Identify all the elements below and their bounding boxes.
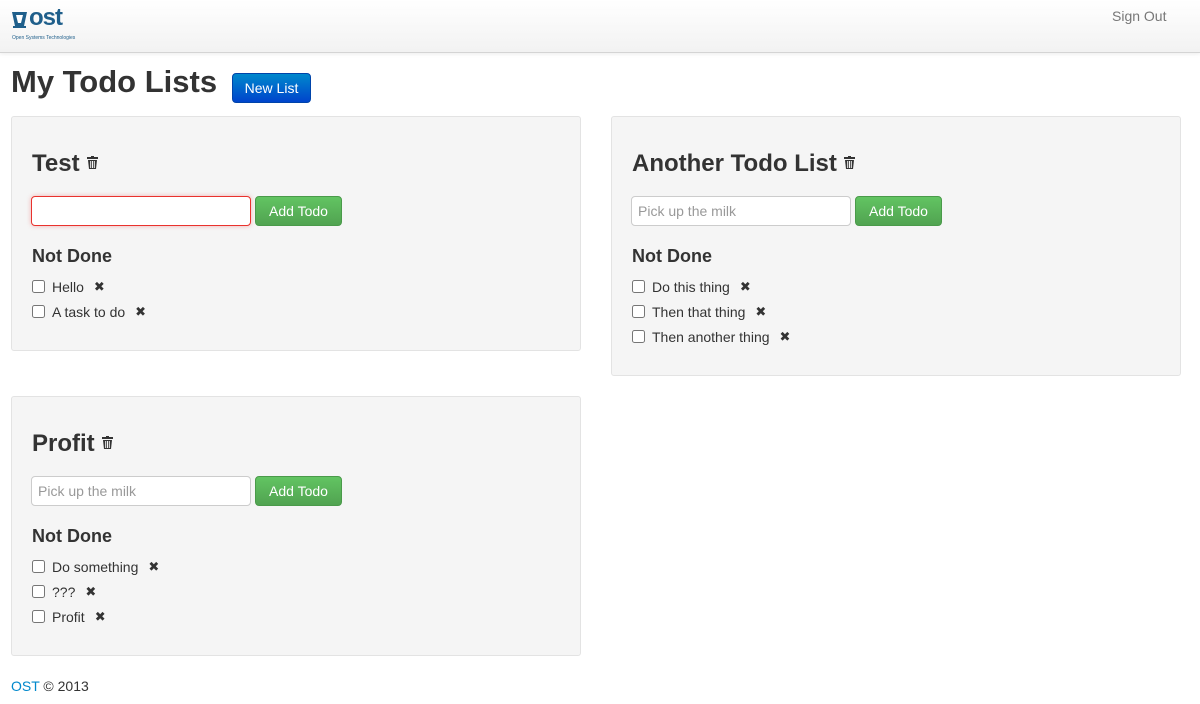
page-title: My Todo Lists (11, 64, 218, 99)
list-title-text: Test (32, 150, 80, 177)
list-title-text: Profit (32, 430, 95, 457)
ost-logo[interactable]: ost Open Systems Technologies (11, 4, 76, 44)
todo-input[interactable] (631, 196, 851, 226)
logo-tagline: Open Systems Technologies (12, 35, 76, 41)
todo-checkbox[interactable] (32, 305, 45, 318)
logo-mark-icon (12, 12, 27, 28)
close-icon[interactable]: ✖ (135, 304, 146, 320)
todo-label: Then that thing (652, 303, 746, 320)
close-icon[interactable]: ✖ (94, 279, 105, 295)
list-item: Hello ✖ (32, 274, 146, 299)
todo-checkbox[interactable] (632, 305, 645, 318)
list-item: Do something ✖ (32, 554, 159, 579)
list-title: Profit (32, 430, 113, 458)
list-title: Another Todo List (632, 150, 855, 178)
list-item: ??? ✖ (32, 579, 159, 604)
section-title-not-done: Not Done (32, 246, 112, 266)
close-icon[interactable]: ✖ (95, 609, 106, 625)
todo-label: Then another thing (652, 328, 770, 345)
todo-items: Hello ✖ A task to do ✖ (32, 274, 146, 324)
trash-icon[interactable] (86, 156, 98, 170)
todo-label: Profit (52, 608, 85, 625)
list-title-text: Another Todo List (632, 150, 837, 177)
close-icon[interactable]: ✖ (85, 584, 96, 600)
todo-items: Do this thing ✖ Then that thing ✖ Then a… (632, 274, 790, 349)
todo-input[interactable] (31, 476, 251, 506)
todo-label: Do this thing (652, 278, 730, 295)
todo-checkbox[interactable] (632, 330, 645, 343)
todo-checkbox[interactable] (32, 560, 45, 573)
list-item: A task to do ✖ (32, 299, 146, 324)
list-item: Profit ✖ (32, 604, 159, 629)
trash-icon[interactable] (843, 156, 855, 170)
footer: OST © 2013 (11, 678, 89, 694)
list-item: Then that thing ✖ (632, 299, 790, 324)
section-title-not-done: Not Done (32, 526, 112, 546)
footer-copyright: © 2013 (43, 678, 89, 694)
close-icon[interactable]: ✖ (740, 279, 751, 295)
new-list-button[interactable]: New List (232, 73, 311, 103)
list-item: Do this thing ✖ (632, 274, 790, 299)
todo-list-card: Profit Add Todo Not Done Do something ✖ … (11, 396, 581, 656)
close-icon[interactable]: ✖ (755, 304, 766, 320)
logo-text: ost (29, 4, 63, 31)
add-todo-button[interactable]: Add Todo (855, 196, 942, 226)
footer-ost-link[interactable]: OST (11, 678, 40, 694)
todo-list-card: Another Todo List Add Todo Not Done Do t… (611, 116, 1181, 376)
todo-label: Hello (52, 278, 84, 295)
todo-label: ??? (52, 583, 76, 600)
todo-items: Do something ✖ ??? ✖ Profit ✖ (32, 554, 159, 629)
todo-checkbox[interactable] (32, 280, 45, 293)
todo-label: A task to do (52, 303, 126, 320)
todo-input[interactable] (31, 196, 251, 226)
section-title-not-done: Not Done (632, 246, 712, 266)
list-item: Then another thing ✖ (632, 324, 790, 349)
navbar: ost Open Systems Technologies Sign Out (0, 0, 1200, 53)
sign-out-link[interactable]: Sign Out (1112, 8, 1166, 24)
add-todo-button[interactable]: Add Todo (255, 196, 342, 226)
todo-label: Do something (52, 558, 139, 575)
todo-checkbox[interactable] (632, 280, 645, 293)
trash-icon[interactable] (101, 436, 113, 450)
close-icon[interactable]: ✖ (148, 559, 159, 575)
close-icon[interactable]: ✖ (780, 329, 791, 345)
add-todo-button[interactable]: Add Todo (255, 476, 342, 506)
todo-list-card: Test Add Todo Not Done Hello ✖ A task to… (11, 116, 581, 351)
todo-checkbox[interactable] (32, 610, 45, 623)
todo-checkbox[interactable] (32, 585, 45, 598)
list-title: Test (32, 150, 98, 178)
